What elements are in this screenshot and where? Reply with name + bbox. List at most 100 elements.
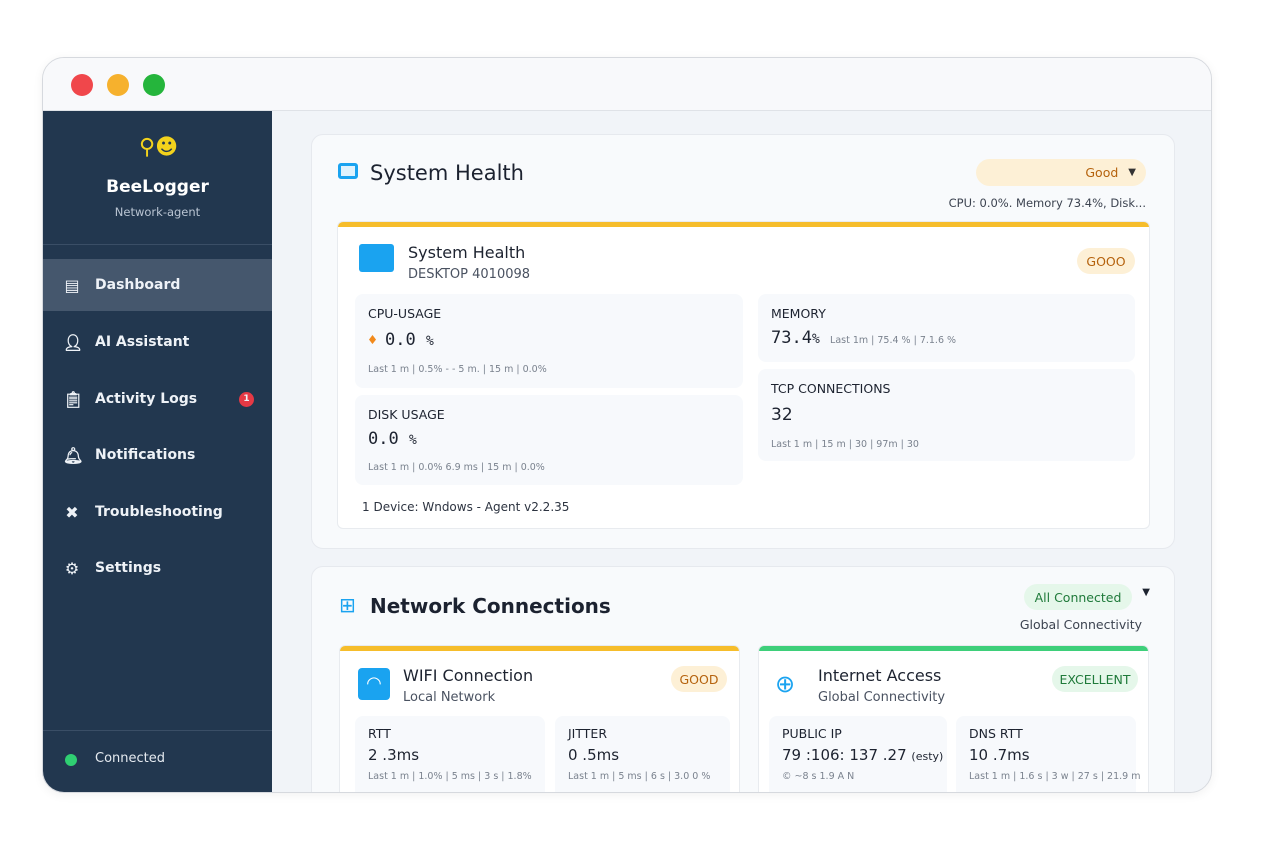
main-content: System Health Good ▼ CPU: 0.0%. Memory 73… — [272, 111, 1211, 792]
metric-stats: Last 1 m | 0.0% 6.9 ms | 15 m | 0.0% — [368, 462, 545, 473]
card-subtitle: Global Connectivity — [818, 690, 946, 705]
sidebar-item-label: Notifications — [95, 447, 196, 463]
sidebar-item-settings[interactable]: ⚙ Settings — [43, 542, 272, 594]
metric-value: 2 .3ms — [368, 746, 420, 764]
sidebar-item-label: Dashboard — [95, 277, 181, 293]
host-name: DESKTOP 4010098 — [408, 267, 531, 282]
rtt-metric: RTT 2 .3ms Last 1 m | 1.0% | 5 ms | 3 s … — [355, 716, 545, 792]
connection-status: Connected — [95, 751, 166, 766]
device-footer: 1 Device: Wndows - Agent v2.2.35 — [362, 500, 570, 514]
metric-stats: Last 1 m | 5 ms | 6 s | 3.0 0 % — [568, 771, 711, 782]
sidebar-item-dashboard[interactable]: ▤ Dashboard — [43, 259, 272, 311]
metric-value: 73.4 — [771, 328, 812, 348]
metric-value: 10 .7ms — [969, 746, 1030, 764]
metric-label: TCP CONNECTIONS — [771, 381, 891, 396]
status-dot-icon — [65, 754, 77, 766]
wifi-icon: ◠ — [358, 668, 390, 700]
minimize-button[interactable] — [107, 74, 129, 96]
metric-stats: © ~8 s 1.9 A N — [782, 771, 855, 782]
status-label: Good — [1085, 165, 1119, 180]
chevron-down-icon[interactable]: ▼ — [1142, 587, 1150, 598]
card-title: System Health — [408, 243, 526, 262]
internet-access-card: ⊕ Internet Access Global Connectivity EX… — [758, 645, 1149, 792]
chevron-down-icon: ▼ — [1128, 167, 1136, 178]
notification-badge: 1 — [239, 391, 254, 407]
desktop-icon — [359, 244, 394, 272]
system-health-card: System Health DESKTOP 4010098 GOOO CPU-U… — [337, 221, 1150, 529]
brand-name: BeeLogger — [106, 177, 209, 197]
status-bar — [338, 222, 1149, 227]
bell-icon: 🔔︎ — [63, 445, 84, 465]
close-button[interactable] — [71, 74, 93, 96]
gear-icon: ⚙ — [64, 558, 80, 578]
jitter-metric: JITTER 0 .5ms Last 1 m | 5 ms | 6 s | 3.… — [555, 716, 730, 792]
metric-value: 79 :106: 137 .27 — [782, 746, 907, 764]
metric-label: DISK USAGE — [368, 407, 445, 422]
sidebar-item-label: Troubleshooting — [95, 504, 223, 520]
sidebar-item-notifications[interactable]: 🔔︎ Notifications — [43, 429, 272, 481]
user-icon: 👤︎ — [63, 332, 84, 352]
metric-unit: % — [408, 433, 417, 448]
card-title: Internet Access — [818, 666, 942, 685]
tools-icon: ✖ — [65, 502, 79, 522]
bee-logo-icon: ⚲☻ — [139, 135, 179, 160]
network-icon: ⊞ — [339, 593, 356, 617]
metric-note: (esty) — [911, 750, 944, 763]
connection-status-badge: All Connected — [1024, 584, 1132, 610]
cpu-metric: CPU-USAGE ♦ 0.0 % Last 1 m | 0.5% - - 5 m… — [355, 294, 743, 388]
memory-metric: MEMORY 73.4% Last 1m | 75.4 % | 7.1.6 % — [758, 294, 1135, 362]
public-ip-metric: PUBLIC IP 79 :106: 137 .27 (esty) © ~8 s… — [769, 716, 947, 792]
panel-title: Network Connections — [370, 594, 611, 618]
sidebar-item-label: Settings — [95, 560, 162, 576]
wifi-card: ◠ WIFI Connection Local Network GOOD RTT… — [339, 645, 740, 792]
metric-unit: % — [426, 334, 434, 349]
sidebar-item-label: Activity Logs — [95, 391, 198, 407]
status-bar — [340, 646, 739, 651]
metric-stats: Last 1 m | 0.5% - - 5 m. | 15 m | 0.0% — [368, 364, 547, 375]
sidebar-item-ai-assistant[interactable]: 👤︎ AI Assistant — [43, 316, 272, 368]
metric-unit: % — [811, 332, 820, 347]
dashboard-icon: ▤ — [64, 275, 80, 295]
sidebar-item-activity-logs[interactable]: 📋︎ Activity Logs 1 — [43, 373, 272, 425]
metric-value: 32 — [771, 405, 793, 425]
sidebar-item-troubleshooting[interactable]: ✖ Troubleshooting — [43, 486, 272, 538]
clipboard-icon: 📋︎ — [63, 389, 84, 409]
metric-label: MEMORY — [771, 306, 826, 321]
health-summary: CPU: 0.0%. Memory 73.4%, Disk... — [948, 196, 1146, 210]
card-title: WIFI Connection — [403, 666, 534, 685]
tcp-connections-metric: TCP CONNECTIONS 32 Last 1 m | 15 m | 30 … — [758, 369, 1135, 461]
status-bar — [759, 646, 1148, 651]
maximize-button[interactable] — [143, 74, 165, 96]
sidebar-item-label: AI Assistant — [95, 334, 190, 350]
divider — [43, 730, 272, 731]
metric-label: JITTER — [568, 726, 608, 741]
status-badge: GOOO — [1077, 248, 1135, 274]
network-subtitle: Global Connectivity — [1019, 617, 1142, 632]
metric-stats: Last 1 m | 1.6 s | 3 w | 27 s | 21.9 m — [969, 771, 1141, 782]
metric-value: 0 .5ms — [568, 746, 620, 764]
globe-icon: ⊕ — [775, 670, 796, 698]
disk-metric: DISK USAGE 0.0 % Last 1 m | 0.0% 6.9 ms … — [355, 395, 743, 485]
metric-stats: Last 1 m | 15 m | 30 | 97m | 30 — [771, 439, 919, 450]
dns-rtt-metric: DNS RTT 10 .7ms Last 1 m | 1.6 s | 3 w |… — [956, 716, 1140, 792]
sidebar: ⚲☻ BeeLogger Network-agent ▤ Dashboard 👤︎… — [43, 111, 272, 792]
brand-subtitle: Network-agent — [114, 205, 201, 219]
divider — [43, 244, 272, 245]
metric-label: CPU-USAGE — [368, 306, 442, 321]
status-badge: EXCELLENT — [1052, 666, 1138, 692]
metric-value: 0.0 — [385, 330, 416, 350]
metric-value: 0.0 — [368, 429, 399, 449]
spark-icon: ♦ — [368, 331, 378, 349]
health-status-dropdown[interactable]: Good ▼ — [976, 159, 1146, 186]
card-subtitle: Local Network — [403, 690, 496, 705]
monitor-icon — [338, 163, 358, 179]
metric-label: RTT — [368, 726, 391, 741]
panel-title: System Health — [370, 161, 524, 185]
metric-label: PUBLIC IP — [782, 726, 842, 741]
system-health-panel: System Health Good ▼ CPU: 0.0%. Memory 73… — [311, 134, 1175, 549]
network-panel: ⊞ Network Connections All Connected ▼ Gl… — [311, 566, 1175, 792]
title-bar — [43, 58, 1211, 111]
metric-stats: Last 1 m | 1.0% | 5 ms | 3 s | 1.8% — [368, 771, 532, 782]
metric-stats: Last 1m | 75.4 % | 7.1.6 % — [830, 335, 957, 346]
metric-label: DNS RTT — [969, 726, 1023, 741]
